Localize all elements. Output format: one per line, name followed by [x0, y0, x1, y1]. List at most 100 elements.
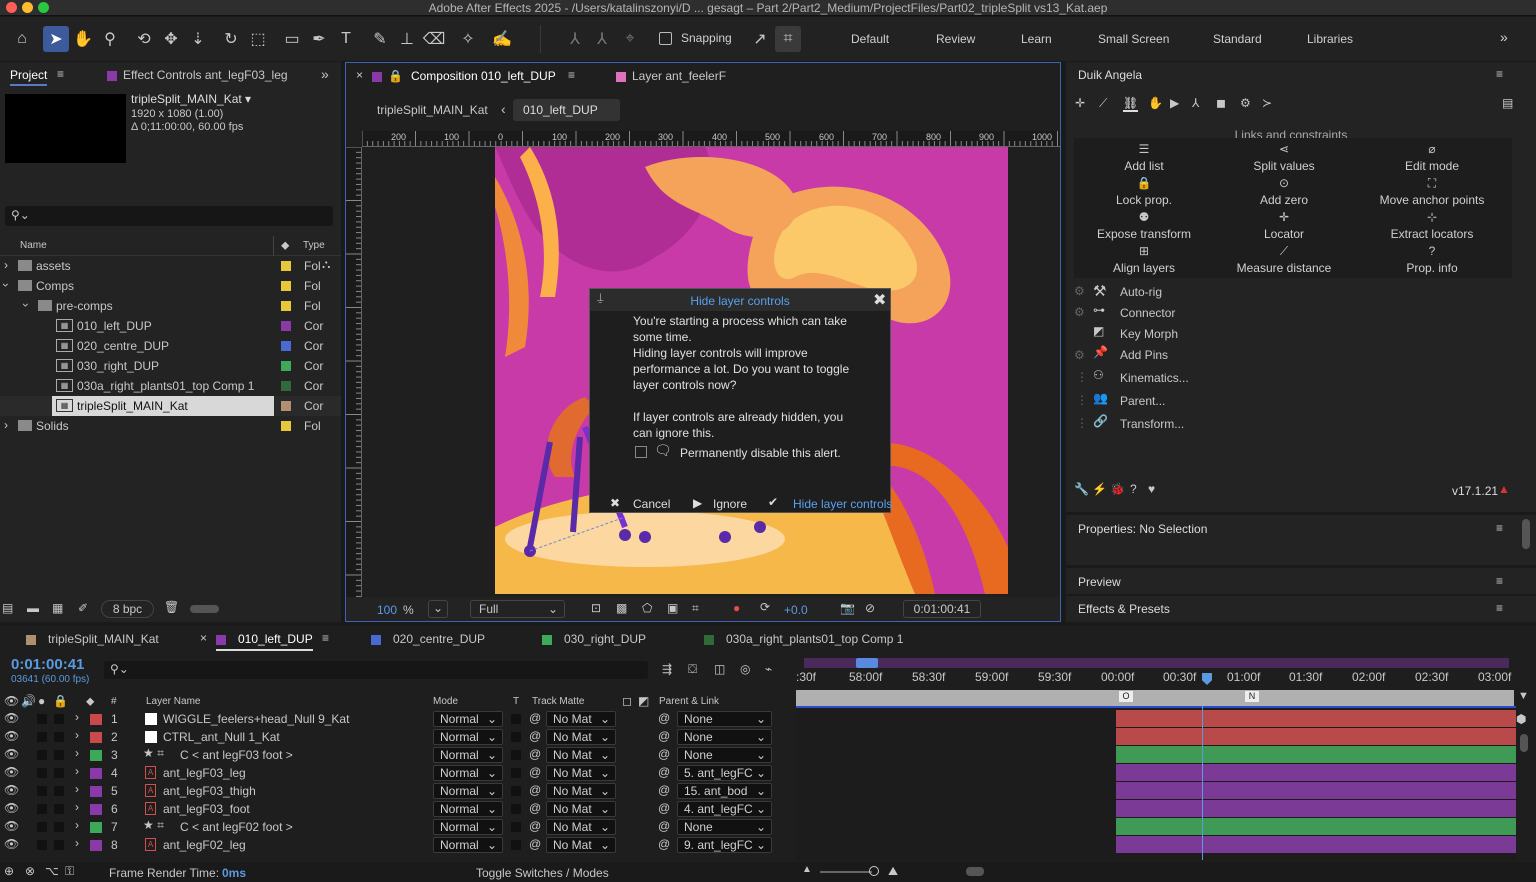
split-values-button[interactable]: Split values [1214, 159, 1354, 173]
layer-duration-bar[interactable] [1116, 836, 1516, 853]
lock-toggle[interactable] [54, 804, 64, 814]
expand-arrow-icon[interactable]: › [75, 764, 79, 778]
parent-select[interactable]: None ⌄ [677, 819, 772, 835]
expand-arrow-icon[interactable]: › [75, 818, 79, 832]
matte-invert-icon[interactable]: ◻ [622, 694, 632, 708]
guides-icon[interactable]: ▣ [667, 601, 678, 615]
add-zero-button[interactable]: Add zero [1214, 193, 1354, 207]
expand-arrow-icon[interactable]: › [75, 836, 79, 850]
zoom-slider-track[interactable] [820, 871, 872, 873]
parent-select[interactable]: 9. ant_legFC ⌄ [677, 837, 772, 853]
comp-timecode[interactable]: 0:01:00:41 [903, 600, 981, 618]
label-color-swatch[interactable] [90, 750, 102, 761]
interpret-footage-icon[interactable]: ▤ [2, 601, 13, 615]
matte-pickwhip-icon[interactable]: @ [529, 711, 541, 725]
solo-toggle[interactable] [37, 822, 47, 832]
script-icon[interactable]: ≻ [1262, 96, 1272, 110]
layer-name[interactable]: C < ant legF02 foot > [180, 820, 293, 834]
expand-arrow-icon[interactable]: › [19, 303, 33, 307]
timeline-tab[interactable]: tripleSplit_MAIN_Kat [26, 632, 159, 646]
lock-toggle[interactable] [54, 840, 64, 850]
lock-toggle[interactable] [54, 822, 64, 832]
matte-pickwhip-icon[interactable]: @ [529, 801, 541, 815]
solo-toggle[interactable] [37, 840, 47, 850]
camera-icon[interactable]: ◼ [1216, 96, 1226, 110]
project-row[interactable]: › Solids Fol [0, 416, 341, 436]
kinematics-button[interactable]: Kinematics... [1120, 371, 1189, 385]
drag-handle-icon[interactable]: ⋮ [1076, 416, 1088, 430]
exposure-value[interactable]: +0.0 [784, 603, 808, 617]
label-tag-icon[interactable]: ⬥ [281, 238, 289, 253]
new-folder-icon[interactable]: ▬ [27, 601, 39, 615]
preserve-transparency-toggle[interactable] [511, 840, 521, 850]
blend-mode-select[interactable]: Normal ⌄ [433, 747, 503, 763]
drag-handle-icon[interactable]: ⋮ [1076, 393, 1088, 407]
layer-switches-icon[interactable]: ⊕ [4, 864, 14, 878]
heart-icon[interactable]: ♥ [1148, 482, 1155, 496]
parent-select[interactable]: 5. ant_legFC ⌄ [677, 765, 772, 781]
pan-camera-icon[interactable]: ✥ [158, 26, 184, 52]
label-color-swatch[interactable] [90, 786, 102, 797]
video-visibility-icon[interactable]: 👁 [4, 694, 19, 708]
blend-mode-select[interactable]: Normal ⌄ [433, 801, 503, 817]
track-matte-select[interactable]: No Mat ⌄ [546, 711, 616, 727]
hand-icon[interactable]: ✋ [1148, 96, 1163, 110]
connector-button[interactable]: Connector [1120, 306, 1175, 320]
comp-button-icon[interactable]: ⬢ [1516, 712, 1526, 726]
workspace-learn[interactable]: Learn [1021, 32, 1052, 46]
project-row[interactable]: › pre-comps Fol [0, 296, 341, 316]
blend-mode-select[interactable]: Normal ⌄ [433, 711, 503, 727]
mask-visibility-icon[interactable]: ⬠ [642, 601, 652, 615]
dialog-close-icon[interactable]: ✖ [873, 290, 886, 310]
col-name[interactable]: Name [20, 240, 47, 251]
draft-3d-icon[interactable]: ⛋ [688, 662, 697, 677]
layer-duration-bar[interactable] [1116, 728, 1516, 745]
warning-icon[interactable]: ▲ [1498, 482, 1510, 496]
lock-toggle[interactable] [54, 714, 64, 724]
edit-mode-button[interactable]: Edit mode [1362, 159, 1502, 173]
solo-toggle[interactable] [37, 768, 47, 778]
duik-panel-menu-icon[interactable]: ≡ [1496, 67, 1503, 81]
close-comp-tab-icon[interactable]: × [356, 68, 363, 82]
label-color-swatch[interactable] [90, 840, 102, 851]
parent-pickwhip-icon[interactable]: @ [658, 783, 670, 797]
world-axis-icon[interactable]: ⅄ [589, 26, 615, 52]
preserve-transparency-toggle[interactable] [511, 750, 521, 760]
channels-icon[interactable]: ● [733, 601, 740, 615]
transfer-controls-icon[interactable]: ⊗ [25, 864, 35, 878]
preserve-transparency-toggle[interactable] [511, 732, 521, 742]
layer-name[interactable]: CTRL_ant_Null 1_Kat [163, 730, 280, 744]
links-constraints-icon[interactable]: ⛓ [1123, 96, 1139, 112]
lock-prop-button[interactable]: Lock prop. [1074, 193, 1214, 207]
track-matte-select[interactable]: No Mat ⌄ [546, 837, 616, 853]
zoom-out-icon[interactable]: ▲ [802, 864, 812, 875]
notes-icon[interactable]: ▤ [1502, 96, 1513, 110]
layer-name[interactable]: ant_legF03_thigh [163, 784, 256, 798]
bone-tools-icon[interactable]: ⟋ [1099, 96, 1107, 111]
work-area-bar[interactable] [804, 658, 1509, 668]
breadcrumb-current[interactable]: 010_left_DUP [513, 99, 620, 121]
add-pins-button[interactable]: Add Pins [1120, 348, 1168, 362]
brush-tool-icon[interactable]: ✎ [367, 26, 393, 52]
eye-icon[interactable]: 👁 [4, 819, 19, 833]
matte-pickwhip-icon[interactable]: @ [529, 837, 541, 851]
adjust-icon[interactable]: ✐ [78, 601, 88, 615]
eye-icon[interactable]: 👁 [4, 783, 19, 797]
expand-arrow-icon[interactable]: › [0, 283, 13, 287]
zoom-tool-icon[interactable]: ⚲ [97, 26, 123, 52]
snap-option-icon[interactable]: ↗ [747, 26, 773, 52]
layer-bar-area[interactable] [796, 706, 1516, 860]
prop-info-button[interactable]: Prop. info [1362, 261, 1502, 275]
timeline-layer-row[interactable]: 👁 › 6 Aant_legF03_foot Normal ⌄ @ No Mat ⌄ @4. an… [0, 800, 796, 818]
timeline-layer-row[interactable]: 👁 › 4 Aant_legF03_leg Normal ⌄ @ No Mat ⌄ @5. ant… [0, 764, 796, 782]
lock-toggle[interactable] [54, 732, 64, 742]
parent-pickwhip-icon[interactable]: @ [658, 747, 670, 761]
lock-toggle[interactable] [54, 786, 64, 796]
layer-duration-bar[interactable] [1116, 800, 1516, 817]
project-row[interactable]: › assets Fol ⛬ [0, 256, 341, 276]
local-axis-icon[interactable]: ⅄ [562, 26, 588, 52]
project-row[interactable]: ▦ 030a_right_plants01_top Comp 1 Cor [0, 376, 341, 396]
more-tabs-icon[interactable]: » [321, 66, 329, 82]
grid-icon[interactable]: ⌗ [692, 601, 699, 616]
col-track-matte[interactable]: Track Matte [532, 696, 584, 707]
